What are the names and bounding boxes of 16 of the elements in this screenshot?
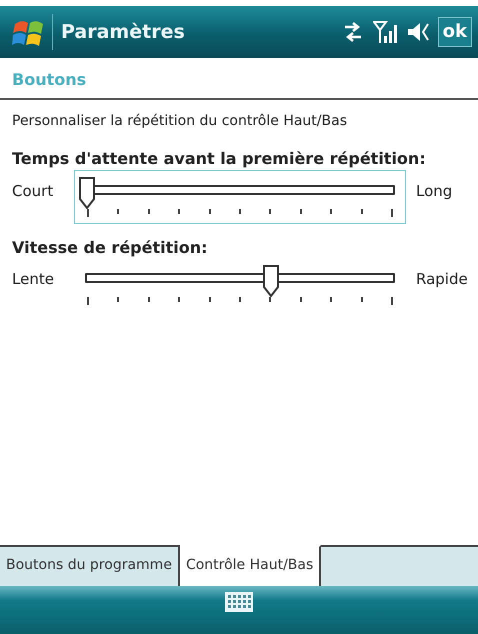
slider-label: Temps d'attente avant la première répétition: [11,148,427,170]
tab[interactable]: Contrôle Haut/Bas [180,545,322,586]
slider-thumb[interactable] [262,265,280,298]
slider-label: Vitesse de répétition: [11,238,209,258]
description-text: Personnaliser la répétition du contrôle Haut/Bas [11,112,348,131]
min-label: Lente [12,269,55,290]
slider-thumb[interactable] [78,176,96,209]
max-label: Rapide [416,269,469,290]
keyboard-icon[interactable] [225,592,253,612]
max-label: Long [416,180,454,202]
ok-button[interactable]: ok [438,17,472,47]
slider[interactable] [74,170,406,224]
signal-icon[interactable] [372,19,398,45]
page-header: Boutons [0,58,478,100]
window-title: Paramètres [61,20,185,45]
min-label: Court [12,180,54,202]
